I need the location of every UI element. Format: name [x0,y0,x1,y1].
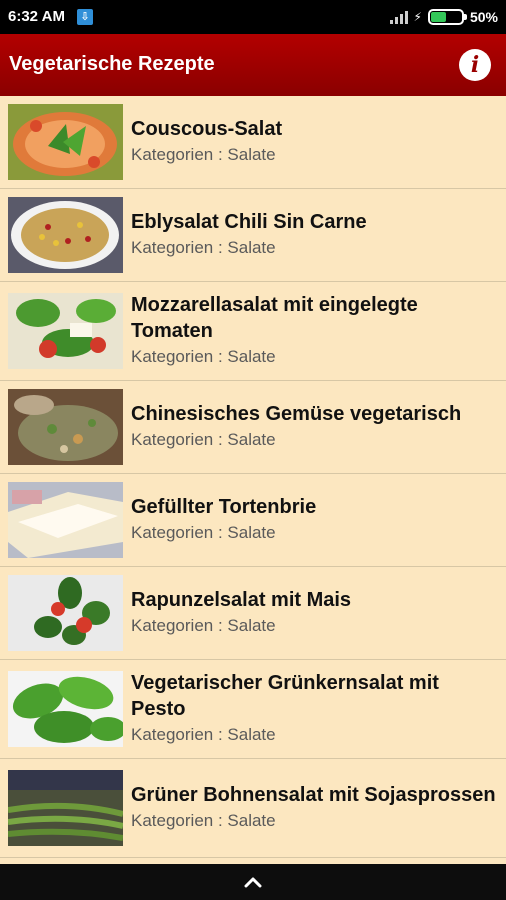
list-item[interactable]: Chinesisches Gemüse vegetarisch Kategori… [0,381,506,474]
recipe-category: Kategorien : Salate [131,811,276,830]
list-item[interactable]: Grüner Bohnensalat mit Sojasprossen Kate… [0,759,506,858]
status-indicators: ⚡ 50% [389,7,498,27]
recipe-category: Kategorien : Salate [131,430,276,449]
recipe-category: Kategorien : Salate [131,725,276,744]
charging-icon: ⚡ [413,10,422,24]
recipe-category: Kategorien : Salate [131,238,276,257]
brie-photo [8,482,123,558]
chinese-vegetables-photo [8,389,123,465]
signal-icon [389,10,408,24]
battery-percent: 50% [469,9,498,25]
recipe-title: Eblysalat Chili Sin Carne [131,211,367,233]
recipe-list[interactable]: Couscous-Salat Kategorien : Salate Eblys… [0,96,506,864]
recipe-category: Kategorien : Salate [131,523,276,542]
list-item[interactable]: Vegetarischer Grünkernsalat mit Pesto Ka… [0,660,506,759]
list-item[interactable]: Gefüllter Tortenbrie Kategorien : Salate [0,474,506,567]
list-item[interactable]: Rapunzelsalat mit Mais Kategorien : Sala… [0,567,506,660]
recipe-title: Mozzarellasalat mit eingelegte Tomaten [131,294,418,342]
navigation-bar [0,864,506,900]
recipe-title: Rapunzelsalat mit Mais [131,589,352,611]
basil-photo [8,671,123,747]
recipe-category: Kategorien : Salate [131,347,276,366]
recipe-title: Grüner Bohnensalat mit Sojasprossen [131,784,496,806]
page-title: Vegetarische Rezepte [9,53,215,75]
status-time: 6:32 AM [8,8,65,25]
app-bar: Vegetarische Rezepte i [0,34,506,96]
green-beans-photo [8,770,123,846]
download-notification-icon: ⇩ [77,9,93,25]
recipe-category: Kategorien : Salate [131,616,276,635]
lambs-lettuce-photo [8,575,123,651]
recipe-title: Vegetarischer Grünkernsalat mit Pesto [131,672,439,720]
list-item[interactable]: Mozzarellasalat mit eingelegte Tomaten K… [0,282,506,381]
recipe-category: Kategorien : Salate [131,145,276,164]
info-icon: i [470,52,480,78]
battery-icon [427,9,467,25]
recipe-title: Gefüllter Tortenbrie [131,496,317,518]
recipe-title: Couscous-Salat [131,118,283,140]
battery-level [430,12,446,22]
list-item[interactable]: Eblysalat Chili Sin Carne Kategorien : S… [0,189,506,282]
status-bar: 6:32 AM ⇩ ⚡ 50% [0,0,506,34]
list-item[interactable]: Couscous-Salat Kategorien : Salate [0,96,506,189]
ebly-salad-photo [8,197,123,273]
mozzarella-salad-photo [8,293,123,369]
chevron-up-icon[interactable] [244,876,262,888]
info-button[interactable]: i [459,49,491,81]
couscous-salad-photo [8,104,123,180]
recipe-title: Chinesisches Gemüse vegetarisch [131,403,462,425]
